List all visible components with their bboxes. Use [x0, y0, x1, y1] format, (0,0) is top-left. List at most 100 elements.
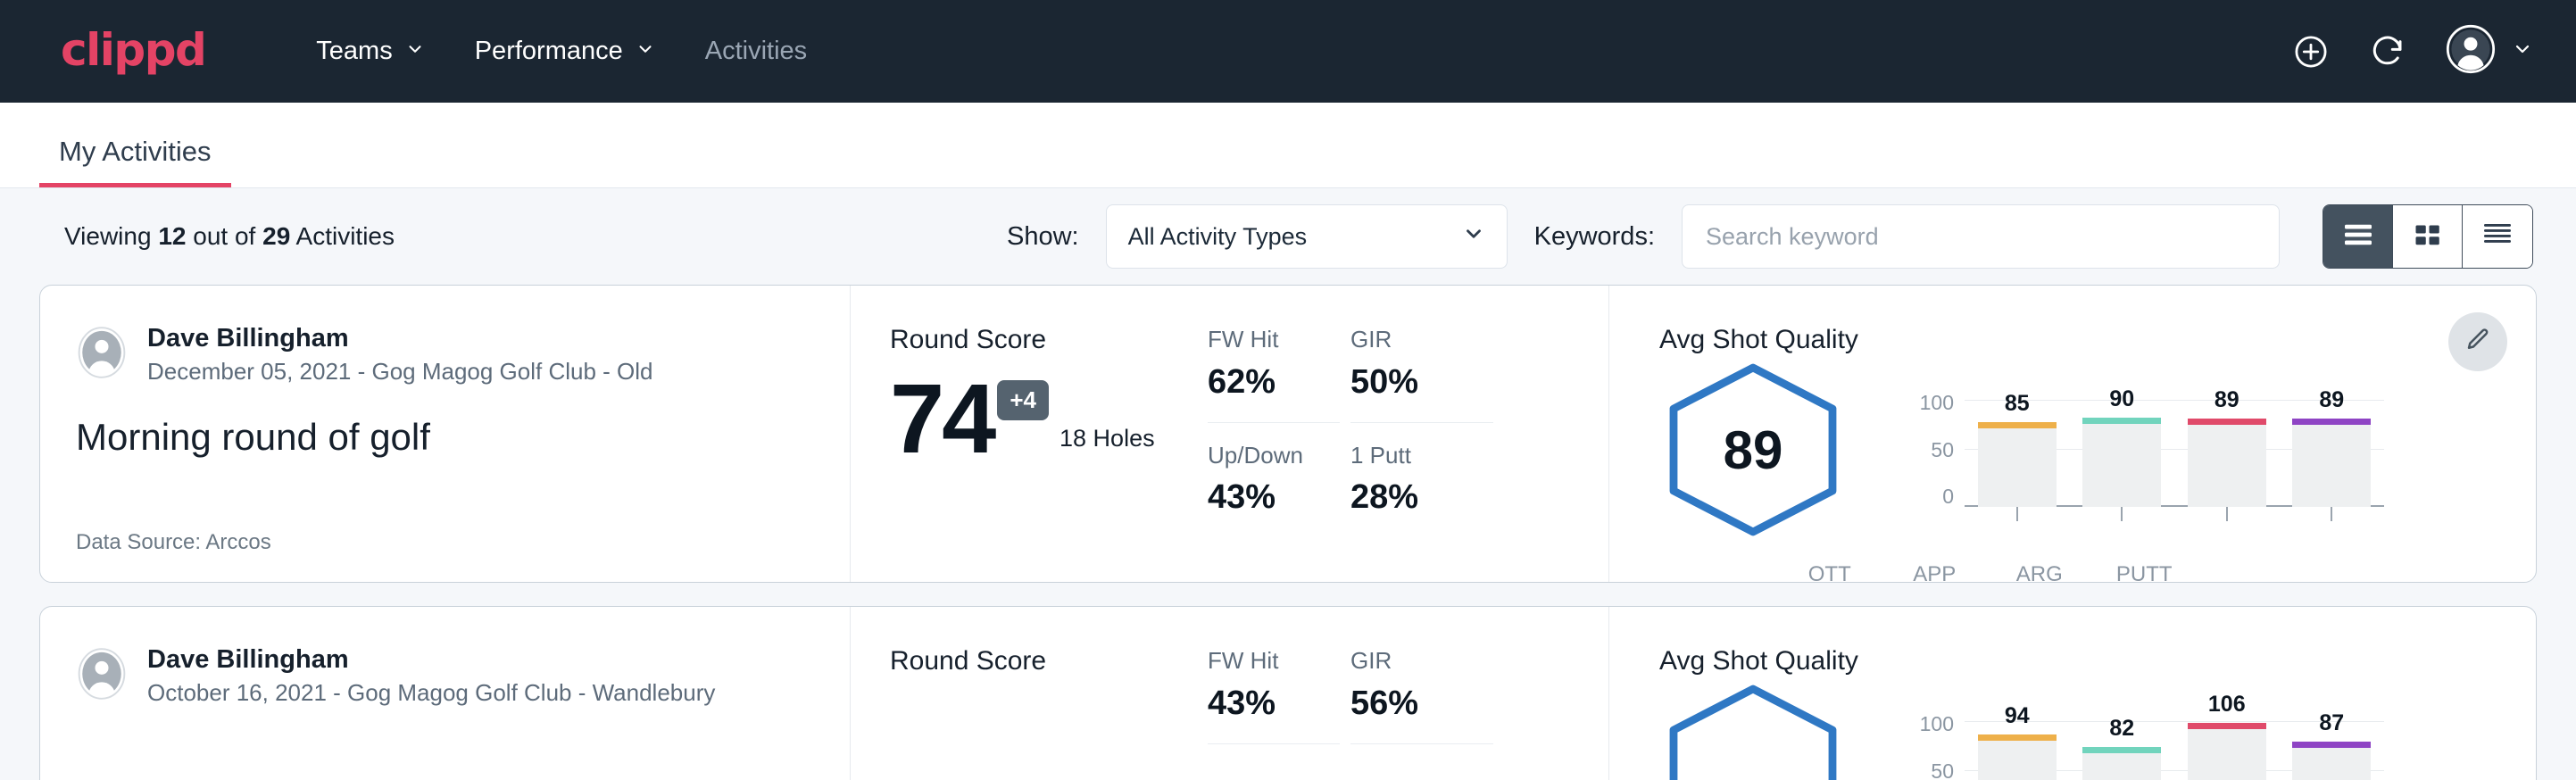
header-actions: [2292, 24, 2533, 79]
activity-card[interactable]: Dave Billingham December 05, 2021 - Gog …: [39, 285, 2537, 583]
chart-y-axis: 100 50 0: [1906, 714, 1954, 780]
stat-value: 50%: [1350, 365, 1493, 399]
y-tick: 100: [1906, 393, 1954, 413]
nav-item-performance[interactable]: Performance: [450, 28, 680, 75]
y-tick: 100: [1906, 714, 1954, 734]
avg-shot-quality-section: Avg Shot Quality 89 100 50 0: [1609, 286, 2536, 582]
holes-label: 18 Holes: [1059, 425, 1155, 463]
avatar: [76, 648, 128, 704]
avatar: [76, 327, 128, 383]
stat-one-putt: 1 Putt 28%: [1350, 443, 1493, 515]
tab-my-activities[interactable]: My Activities: [39, 137, 231, 187]
nav-item-label: Teams: [316, 37, 392, 66]
bar-cell-putt: 89: [2292, 393, 2371, 507]
activity-list: Dave Billingham December 05, 2021 - Gog …: [0, 285, 2576, 780]
y-tick: 50: [1906, 761, 1954, 780]
round-score-label: Round Score: [890, 325, 1208, 355]
avatar-menu[interactable]: [2446, 24, 2533, 79]
activity-info: Dave Billingham October 16, 2021 - Gog M…: [40, 607, 851, 780]
round-score-row: 74 +4 18 Holes: [890, 375, 1208, 463]
chevron-down-icon: [636, 37, 655, 66]
data-source-label: Data Source: Arccos: [76, 530, 814, 555]
bar-value-ott: 85: [1978, 391, 2057, 417]
nav-item-label: Activities: [705, 37, 807, 66]
avg-shot-quality-section: Avg Shot Quality 100 50 0: [1609, 607, 2536, 780]
x-label-putt: PUTT: [2105, 562, 2183, 587]
chart-y-axis: 100 50 0: [1906, 393, 1954, 507]
activity-author: Dave Billingham October 16, 2021 - Gog M…: [76, 646, 814, 705]
viewing-summary: Viewing 12 out of 29 Activities: [64, 222, 395, 251]
round-stats: FW Hit 62% GIR 50% Up/Down 43% 1 Putt 28…: [1208, 286, 1609, 582]
chevron-down-icon: [2512, 38, 2533, 64]
bar-cell-ott: 85: [1978, 393, 2057, 507]
x-tick: [2188, 507, 2266, 521]
score-differential-badge: +4: [997, 380, 1049, 420]
add-icon[interactable]: [2292, 33, 2330, 71]
toolbar-controls: Show: All Activity Types Keywords: Searc…: [1007, 204, 2533, 269]
stat-label: GIR: [1350, 327, 1493, 353]
bar-cell-arg: 89: [2188, 393, 2266, 507]
bar-value-app: 90: [2082, 386, 2161, 412]
activity-type-value: All Activity Types: [1128, 223, 1308, 251]
bar-putt: [2292, 419, 2371, 507]
round-score-section: Round Score: [851, 607, 1208, 780]
app-header: clippd Teams Performance Activities: [0, 0, 2576, 103]
bar-cell-ott: 94: [1978, 714, 2057, 780]
bar-app: [2082, 747, 2161, 780]
x-tick: [1978, 507, 2057, 521]
avg-shot-quality-value: [1659, 682, 1847, 780]
refresh-icon[interactable]: [2369, 33, 2406, 71]
activity-author: Dave Billingham December 05, 2021 - Gog …: [76, 325, 814, 384]
edit-pencil-icon: [2464, 327, 2491, 358]
shot-quality-chart: 100 50 0 85: [1906, 393, 2384, 507]
chevron-down-icon: [1462, 222, 1485, 252]
activity-type-select[interactable]: All Activity Types: [1106, 204, 1508, 269]
round-score-label: Round Score: [890, 646, 1208, 676]
view-toggle-group: [2323, 204, 2533, 269]
x-ticks: [1965, 507, 2384, 521]
author-name: Dave Billingham: [147, 325, 653, 353]
x-tick: [2292, 507, 2371, 521]
nav-item-label: Performance: [475, 37, 623, 66]
app-logo[interactable]: clippd: [61, 28, 205, 76]
search-input[interactable]: Search keyword: [1682, 204, 2280, 269]
stat-label: FW Hit: [1208, 327, 1340, 353]
chart-plot-area: 94 82 106: [1965, 714, 2384, 780]
stat-up-down: Up/Down 43%: [1208, 443, 1340, 515]
bar-value-app: 82: [2082, 716, 2161, 742]
list-view-toggle[interactable]: [2323, 205, 2393, 268]
viewing-count: 12: [158, 222, 186, 250]
stat-gir: GIR 50%: [1350, 327, 1493, 423]
compact-list-icon: [2481, 221, 2514, 253]
bar-value-arg: 89: [2188, 387, 2266, 413]
grid-icon: [2413, 221, 2443, 253]
viewing-total: 29: [262, 222, 290, 250]
stat-label: GIR: [1350, 648, 1493, 674]
chart-plot-area: 85 90 89: [1965, 393, 2384, 507]
edit-activity-button[interactable]: [2448, 312, 2507, 371]
avg-shot-quality-label: Avg Shot Quality: [1659, 325, 2500, 355]
avg-shot-quality-value: 89: [1659, 361, 1847, 539]
grid-view-toggle[interactable]: [2393, 205, 2463, 268]
x-label-arg: ARG: [2000, 562, 2079, 587]
x-label-app: APP: [1895, 562, 1974, 587]
bar-cell-app: 82: [2082, 714, 2161, 780]
nav-item-activities[interactable]: Activities: [680, 28, 832, 75]
viewing-mid: out of: [193, 222, 255, 250]
activity-info: Dave Billingham December 05, 2021 - Gog …: [40, 286, 851, 582]
bar-app: [2082, 418, 2161, 507]
stat-value: 43%: [1208, 480, 1340, 514]
y-tick: 0: [1906, 486, 1954, 507]
shot-quality-chart: 100 50 0 94: [1906, 714, 2384, 780]
quality-body: 89 100 50 0: [1659, 361, 2500, 539]
stat-label: 1 Putt: [1350, 443, 1493, 469]
keywords-label: Keywords:: [1534, 222, 1655, 252]
nav-item-teams[interactable]: Teams: [291, 28, 449, 75]
author-name: Dave Billingham: [147, 646, 715, 675]
activity-card[interactable]: Dave Billingham October 16, 2021 - Gog M…: [39, 606, 2537, 780]
quality-hexagon: [1659, 682, 1847, 780]
chart-bars: 94 82 106: [1965, 714, 2384, 780]
chart-bars: 85 90 89: [1965, 393, 2384, 507]
bar-value-arg: 106: [2188, 692, 2266, 718]
compact-view-toggle[interactable]: [2463, 205, 2532, 268]
